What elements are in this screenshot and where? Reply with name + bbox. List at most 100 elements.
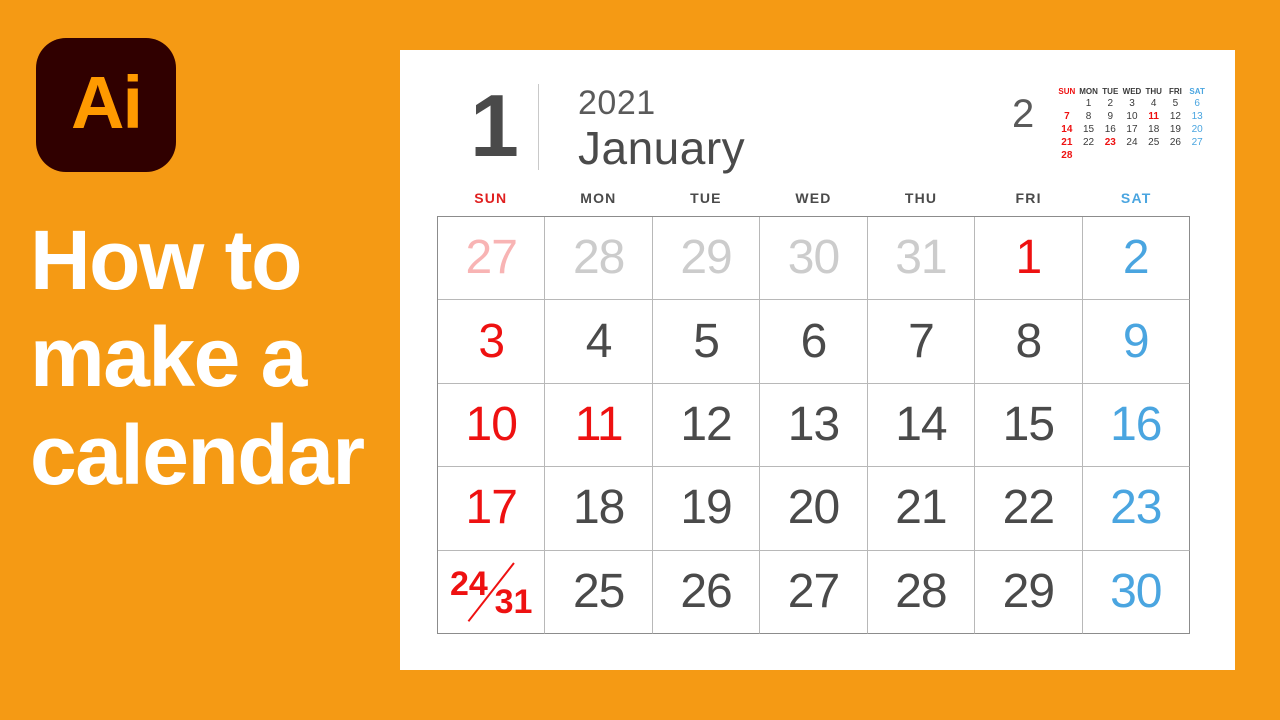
calendar-day-number: 6 [800, 314, 828, 368]
mini-calendar-day: 2 [1107, 98, 1114, 109]
calendar-day-number: 27 [465, 231, 518, 285]
calendar-day-cell[interactable]: 30 [1082, 550, 1190, 634]
mini-calendar-day: 23 [1104, 137, 1116, 148]
calendar-day-cell[interactable]: 28 [545, 217, 653, 301]
calendar-day-cell[interactable]: 28 [867, 550, 976, 634]
mini-calendar-day: 6 [1194, 98, 1200, 109]
calendar-day-cell[interactable]: 14 [867, 383, 976, 468]
calendar-day-number: 2 [1122, 231, 1150, 285]
calendar-day-cell[interactable]: 24 31 [438, 550, 546, 634]
mini-calendar-day: 16 [1104, 124, 1116, 135]
calendar-day-number: 3 [478, 314, 505, 368]
calendar-day-cell[interactable]: 1 [975, 217, 1083, 301]
calendar-day-number: 9 [1122, 314, 1150, 368]
mini-calendar-day: 18 [1148, 124, 1160, 135]
header-divider [538, 84, 539, 170]
calendar-day-cell[interactable]: 29 [652, 217, 761, 301]
mini-calendar-day: 28 [1061, 150, 1073, 161]
calendar-day-number: 5 [693, 314, 720, 368]
calendar-day-number: 15 [1002, 397, 1055, 451]
calendar-day-number: 30 [1110, 564, 1162, 618]
calendar-day-cell[interactable]: 12 [652, 383, 761, 468]
promo-panel: Ai How to make a calendar [0, 0, 400, 720]
calendar-day-number: 7 [908, 314, 935, 368]
mini-calendar-weekday-header-wed: WED [1122, 87, 1142, 96]
mini-calendar-day [1099, 150, 1121, 162]
calendar-day-cell[interactable]: 23 [1082, 467, 1190, 551]
calendar-day-cell[interactable]: 19 [652, 467, 761, 551]
calendar-day-cell[interactable]: 15 [975, 383, 1083, 468]
calendar-day-cell[interactable]: 29 [975, 550, 1083, 634]
weekday-header-fri: FRI [1015, 190, 1042, 206]
calendar-day-cell[interactable]: 17 [438, 467, 546, 551]
calendar-day-number: 8 [1015, 314, 1043, 368]
calendar-day-number: 31 [895, 231, 947, 285]
calendar-day-number: 21 [895, 481, 947, 535]
mini-calendar-day [1078, 150, 1100, 162]
calendar-day-cell[interactable]: 20 [760, 467, 868, 551]
mini-calendar-weekday-header-fri: FRI [1168, 87, 1182, 96]
calendar-day-cell[interactable]: 25 [545, 550, 653, 634]
mini-calendar-grid: SUN MON TUE WED THU FRI SAT 1 2 3 4 5 6 7 8 9 10 11 12 13 1… [1056, 86, 1208, 162]
calendar-day-cell[interactable]: 16 [1082, 383, 1190, 468]
calendar-day-number: 28 [895, 564, 947, 618]
calendar-day-cell[interactable]: 26 [652, 550, 761, 634]
calendar-day-number: 30 [787, 231, 840, 285]
calendar-day-cell[interactable]: 6 [760, 300, 868, 384]
mini-calendar-day: 24 [1126, 137, 1138, 148]
mini-calendar-weekday-header-mon: MON [1079, 87, 1098, 96]
calendar-day-cell[interactable]: 22 [975, 467, 1083, 551]
weekday-header-sat: SAT [1120, 190, 1152, 206]
mini-calendar-day: 3 [1129, 98, 1135, 109]
calendar-day-cell[interactable]: 4 [545, 300, 653, 384]
calendar-day-cell[interactable]: 7 [867, 300, 976, 384]
calendar-card: 1 2021 January 2 SUN MON TUE WED THU FRI SAT 1… [400, 50, 1235, 670]
calendar-day-cell[interactable]: 31 [867, 217, 976, 301]
calendar-day-number: 29 [1002, 564, 1055, 618]
calendar-day-cell[interactable]: 9 [1082, 300, 1190, 384]
weekday-header-sun: SUN [474, 190, 508, 206]
mini-calendar-weekday-header-sat: SAT [1189, 87, 1205, 96]
calendar-day-cell[interactable]: 3 [438, 300, 546, 384]
calendar-day-cell[interactable]: 10 [438, 383, 546, 468]
calendar-day-number: 25 [572, 564, 625, 618]
mini-calendar-day: 11 [1148, 111, 1159, 122]
weekday-header-tue: TUE [690, 190, 722, 206]
calendar-day-number: 13 [787, 397, 840, 451]
calendar-day-cell[interactable]: 2 [1082, 217, 1190, 301]
mini-calendar-day: 8 [1085, 111, 1092, 122]
calendar-day-number: 16 [1110, 397, 1162, 451]
calendar-day-number: 28 [572, 231, 625, 285]
mini-calendar-day: 7 [1064, 111, 1070, 122]
page-title-line-1: How to [30, 213, 302, 307]
calendar-day-number: 26 [680, 564, 732, 618]
mini-calendar-next-month: 2 SUN MON TUE WED THU FRI SAT 1 2 3 4 5 6 7 8 9 10 11 12 1… [1012, 86, 1212, 170]
calendar-day-cell[interactable]: 11 [545, 383, 653, 468]
mini-calendar-day: 25 [1148, 137, 1160, 148]
adobe-illustrator-icon-label: Ai [71, 61, 143, 144]
calendar-day-cell[interactable]: 13 [760, 383, 868, 468]
calendar-day-number: 17 [465, 481, 518, 535]
calendar-day-cell[interactable]: 18 [545, 467, 653, 551]
calendar-day-cell[interactable]: 8 [975, 300, 1083, 384]
mini-calendar-day [1143, 150, 1165, 162]
calendar-day-number: 12 [680, 397, 732, 451]
calendar-day-number: 29 [680, 231, 732, 285]
calendar-day-cell[interactable]: 5 [652, 300, 761, 384]
mini-calendar-day: 13 [1191, 111, 1203, 122]
calendar-day-cell[interactable]: 30 [760, 217, 868, 301]
calendar-day-cell[interactable]: 27 [760, 550, 868, 634]
calendar-day-cell[interactable]: 27 [438, 217, 546, 301]
year-label: 2021 [578, 84, 656, 122]
calendar-day-number: 4 [585, 314, 613, 368]
mini-calendar-day: 27 [1191, 137, 1203, 148]
mini-calendar-day [1056, 98, 1078, 110]
mini-calendar-day: 15 [1083, 124, 1095, 135]
calendar-day-number: 10 [465, 397, 518, 451]
mini-calendar-day: 14 [1061, 124, 1073, 135]
calendar-day-cell[interactable]: 21 [867, 467, 976, 551]
mini-calendar-day: 4 [1150, 98, 1157, 109]
calendar-day-number-primary: 24 [450, 564, 488, 603]
mini-calendar-weekday-header-tue: TUE [1102, 87, 1119, 96]
calendar-day-split-cell: 24 31 [438, 551, 544, 633]
